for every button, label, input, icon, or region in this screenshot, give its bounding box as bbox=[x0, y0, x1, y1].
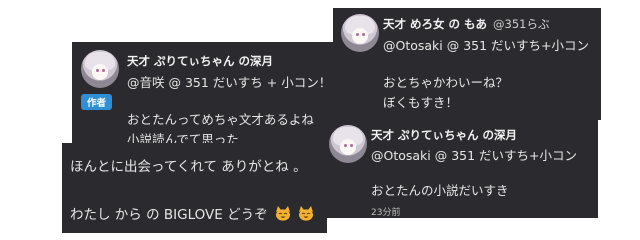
author-name[interactable]: 天才 めろ女 の もあ @351らぶ bbox=[383, 16, 549, 32]
reply-card-2: 天才 めろ女 の もあ @351らぶ @Otosaki @ 351 だいすち+小コ… bbox=[333, 8, 601, 120]
reply-card-1: 天才 ぷりてぃちゃん の深月 @音咲 @ 351 だいすち + 小コン！！ 作者… bbox=[72, 42, 344, 152]
reply-mention-line: @Otosaki @ 351 だいすち+小コン bbox=[371, 148, 578, 163]
author-name[interactable]: 天才 ぷりてぃちゃん の深月 bbox=[371, 127, 517, 143]
reply-mention-line: @Otosaki @ 351 だいすち+小コン bbox=[383, 38, 590, 53]
author-name[interactable]: 天才 ぷりてぃちゃん の深月 bbox=[127, 53, 273, 69]
smiling-cat-emoji bbox=[275, 206, 291, 221]
reply-mention-line: @音咲 @ 351 だいすち + 小コン！！ bbox=[127, 75, 344, 90]
timestamp: 23分前 bbox=[371, 208, 401, 218]
reply-text-line-1: おとたんの小説だいすき bbox=[371, 183, 509, 198]
reply-text-line-1: おとたんってめちゃ文才あるよね bbox=[127, 112, 314, 127]
author-display-name: 天才 めろ女 の もあ bbox=[383, 17, 488, 31]
smiling-cat-emoji bbox=[298, 206, 314, 221]
reply-text-line-2: ぼくもすき！ bbox=[383, 95, 459, 110]
message-text-line-1: ほんとに出会ってくれて ありがとね 。 bbox=[70, 159, 307, 175]
message-text-line-2: わたし から の BIGLOVE どうぞ bbox=[70, 203, 314, 223]
author-badge: 作者 bbox=[81, 94, 113, 110]
message-card: ほんとに出会ってくれて ありがとね 。 わたし から の BIGLOVE どうぞ bbox=[62, 143, 327, 233]
reply-card-3: 天才 ぷりてぃちゃん の深月 @Otosaki @ 351 だいすち+小コン お… bbox=[323, 118, 598, 218]
user-avatar[interactable] bbox=[81, 50, 119, 88]
user-avatar[interactable] bbox=[341, 14, 379, 52]
user-avatar[interactable] bbox=[329, 125, 367, 163]
author-handle: @351らぶ bbox=[493, 17, 550, 31]
reply-text-line-1: おとちゃかわいーね？ bbox=[383, 75, 509, 90]
message-text: わたし から の BIGLOVE どうぞ bbox=[70, 207, 268, 223]
